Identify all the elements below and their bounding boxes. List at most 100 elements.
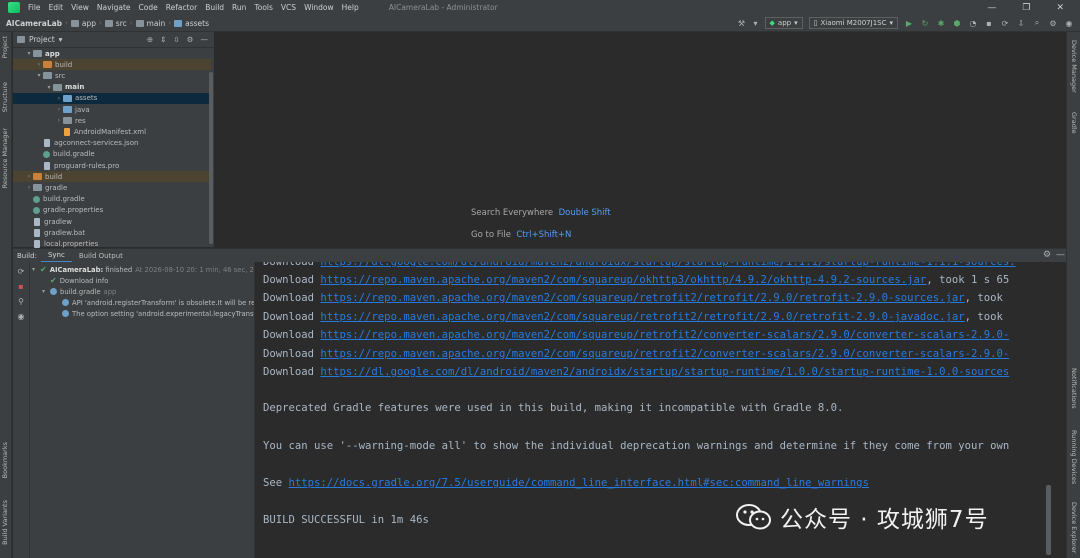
chevron-down-icon[interactable]: ▾ — [25, 50, 33, 57]
debug-icon[interactable]: ✱ — [936, 18, 946, 28]
chevron-down-icon[interactable]: ▾ — [45, 84, 53, 91]
gear-icon[interactable]: ⚙ — [187, 35, 194, 44]
stripe-tab-device-explorer[interactable]: Device Explorer — [1070, 502, 1078, 553]
project-tree-item[interactable]: gradlew.bat — [13, 227, 211, 238]
console-link[interactable]: https://dl.google.com/dl/android/maven2/… — [320, 262, 1015, 268]
account-icon[interactable]: ◉ — [1064, 18, 1074, 28]
breadcrumb-main[interactable]: main — [133, 19, 169, 28]
attach-debugger-icon[interactable]: ⬢ — [952, 18, 962, 28]
menu-edit[interactable]: Edit — [45, 3, 68, 12]
stop-icon[interactable]: ▪ — [16, 281, 26, 291]
minimize-button[interactable]: — — [987, 3, 996, 13]
project-tree-item[interactable]: build.gradle — [13, 149, 211, 160]
breadcrumb-app[interactable]: app — [68, 19, 99, 28]
chevron-right-icon[interactable]: › — [55, 106, 63, 113]
pin-icon[interactable]: ⚲ — [16, 296, 26, 306]
locate-icon[interactable]: ⊕ — [147, 35, 153, 44]
build-tree-item[interactable]: API 'android.registerTransform' is obsol… — [62, 297, 254, 308]
project-view-select[interactable]: Project — [29, 35, 55, 44]
hide-icon[interactable]: — — [1056, 250, 1065, 260]
run-configuration-select[interactable]: ◆ app ▾ — [764, 17, 803, 29]
eye-icon[interactable]: ◉ — [16, 311, 26, 321]
chevron-right-icon[interactable]: › — [55, 95, 63, 102]
tab-build-output[interactable]: Build Output — [72, 249, 130, 263]
maximize-button[interactable]: ❐ — [1022, 3, 1030, 13]
project-tree-item[interactable]: › assets — [13, 92, 211, 104]
stripe-tab-project[interactable]: Project — [1, 36, 9, 58]
console-link[interactable]: https://repo.maven.apache.org/maven2/com… — [320, 348, 1009, 360]
hammer-icon[interactable]: ⚒ — [737, 18, 747, 28]
menu-build[interactable]: Build — [201, 3, 228, 12]
run-icon[interactable]: ▶ — [904, 18, 914, 28]
editor-area[interactable]: Search Everywhere Double Shift Go to Fil… — [214, 32, 1066, 247]
console-link[interactable]: https://repo.maven.apache.org/maven2/com… — [320, 274, 926, 286]
build-tree-item[interactable]: ✔ Download info — [50, 275, 108, 286]
stop-icon[interactable]: ▪ — [984, 18, 994, 28]
menu-run[interactable]: Run — [228, 3, 250, 12]
project-tree-item[interactable]: agconnect-services.json — [13, 138, 211, 149]
chevron-right-icon[interactable]: › — [25, 184, 33, 191]
chevron-down-icon[interactable]: ▾ — [753, 18, 759, 28]
console-link[interactable]: https://docs.gradle.org/7.5/userguide/co… — [289, 477, 869, 489]
profiler-icon[interactable]: ◔ — [968, 18, 978, 28]
sync-gradle-icon[interactable]: ⟳ — [1000, 18, 1010, 28]
menu-vcs[interactable]: VCS — [277, 3, 300, 12]
chevron-right-icon[interactable]: › — [55, 117, 63, 124]
project-tree-item[interactable]: proguard-rules.pro — [13, 160, 211, 171]
tab-sync[interactable]: Sync — [40, 249, 72, 263]
build-tree-root[interactable]: ▾ ✔ AICameraLab: finished At 2026-08-10 … — [32, 264, 254, 275]
chevron-down-icon[interactable]: ▾ — [35, 72, 43, 79]
menu-refactor[interactable]: Refactor — [162, 3, 201, 12]
settings-icon[interactable]: ⚙ — [1048, 18, 1058, 28]
stripe-tab-build-variants[interactable]: Build Variants — [1, 500, 9, 545]
project-tree-item[interactable]: ▾ src — [13, 70, 211, 81]
menu-window[interactable]: Window — [300, 3, 338, 12]
apply-changes-icon[interactable]: ↻ — [920, 18, 930, 28]
stripe-tab-running-devices[interactable]: Running Devices — [1070, 430, 1078, 484]
stripe-tab-structure[interactable]: Structure — [1, 82, 9, 112]
project-tree-item[interactable]: › gradle — [13, 182, 211, 193]
project-tree-item[interactable]: › res — [13, 115, 211, 126]
sdk-manager-icon[interactable]: ⇩ — [1016, 18, 1026, 28]
project-tree-item[interactable]: gradlew — [13, 216, 211, 227]
breadcrumb-src[interactable]: src — [102, 19, 130, 28]
menu-tools[interactable]: Tools — [250, 3, 276, 12]
stripe-tab-notifications[interactable]: Notifications — [1070, 368, 1078, 409]
project-tree-item[interactable]: gradle.properties — [13, 205, 211, 216]
console-link[interactable]: https://repo.maven.apache.org/maven2/com… — [320, 311, 964, 323]
expand-all-icon[interactable]: ⇕ — [160, 35, 166, 44]
project-tree-item[interactable]: › java — [13, 104, 211, 115]
project-tree-item[interactable]: build.gradle — [13, 194, 211, 205]
project-scrollbar[interactable] — [209, 72, 213, 244]
gear-icon[interactable]: ⚙ — [1043, 250, 1051, 260]
project-tree-item[interactable]: › build — [13, 171, 211, 183]
breadcrumb-project[interactable]: AICameraLab — [0, 19, 65, 28]
device-select[interactable]: ▯ Xiaomi M2007J1SC ▾ — [808, 17, 898, 29]
menu-navigate[interactable]: Navigate — [93, 3, 135, 12]
stripe-tab-device-manager[interactable]: Device Manager — [1070, 40, 1078, 93]
chevron-right-icon[interactable]: › — [25, 173, 33, 180]
project-tree-item[interactable]: ▾ main — [13, 82, 211, 93]
breadcrumb-assets[interactable]: assets — [171, 19, 212, 28]
menu-help[interactable]: Help — [338, 3, 363, 12]
project-tree-item[interactable]: AndroidManifest.xml — [13, 126, 211, 137]
console-scrollbar[interactable] — [1046, 485, 1051, 555]
build-tree-item[interactable]: ▾ build.gradle app — [42, 286, 116, 297]
console-link[interactable]: https://repo.maven.apache.org/maven2/com… — [320, 329, 1009, 341]
console-link[interactable]: https://dl.google.com/dl/android/maven2/… — [320, 366, 1009, 378]
build-tree-item[interactable]: The option setting 'android.experimental… — [62, 308, 254, 319]
console-link[interactable]: https://repo.maven.apache.org/maven2/com… — [320, 292, 964, 304]
menu-code[interactable]: Code — [135, 3, 162, 12]
project-tree-item[interactable]: ▾ app — [13, 48, 211, 59]
collapse-all-icon[interactable]: ⇳ — [173, 35, 179, 44]
hide-icon[interactable]: — — [201, 35, 209, 44]
stripe-tab-resource-manager[interactable]: Resource Manager — [1, 128, 9, 188]
stripe-tab-gradle[interactable]: Gradle — [1070, 112, 1078, 134]
stripe-tab-bookmarks[interactable]: Bookmarks — [1, 442, 9, 478]
menu-view[interactable]: View — [67, 3, 93, 12]
chevron-down-icon[interactable]: ▾ — [59, 35, 63, 44]
resync-icon[interactable]: ⟳ — [16, 266, 26, 276]
search-icon[interactable]: ⌕ — [1032, 18, 1042, 28]
project-tree-item[interactable]: › build — [13, 59, 211, 71]
chevron-right-icon[interactable]: › — [35, 61, 43, 68]
